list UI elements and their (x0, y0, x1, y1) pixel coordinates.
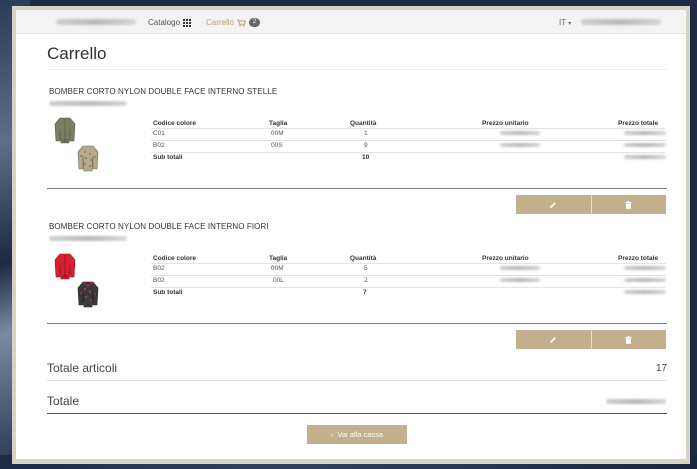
trash-icon (625, 200, 632, 209)
checkout-label: Vai alla cassa (337, 430, 384, 439)
language-selector[interactable]: IT ▾ (559, 18, 571, 27)
col-header-quantity: Quantità (350, 120, 377, 127)
col-header-quantity: Quantità (350, 255, 377, 262)
product-thumbnail-front[interactable] (54, 116, 76, 144)
col-header-color-code: Codice colore (153, 120, 196, 127)
divider (47, 69, 667, 70)
row-divider (151, 152, 666, 153)
cell-quantity: 2 (364, 277, 368, 284)
nav-cart-link[interactable]: Carrello 2 (206, 18, 261, 27)
cell-quantity: 1 (364, 130, 368, 137)
product-code-redacted (49, 101, 127, 106)
cell-size: 00S (271, 142, 283, 149)
total-price-redacted (624, 266, 666, 270)
checkout-button[interactable]: › Vai alla cassa (307, 425, 407, 444)
product-thumbnail-back[interactable] (77, 280, 99, 308)
pencil-icon (550, 336, 557, 343)
unit-price-redacted (500, 131, 540, 135)
nav-catalog-link[interactable]: Catalogo (148, 18, 192, 27)
subtotal-label: Sub totali (153, 154, 183, 161)
col-header-size: Taglia (269, 120, 288, 127)
product-code-redacted (49, 236, 127, 241)
product-name: BOMBER CORTO NYLON DOUBLE FACE INTERNO S… (49, 87, 278, 96)
col-header-color-code: Codice colore (153, 255, 196, 262)
unit-price-redacted (500, 266, 540, 270)
edit-button[interactable] (516, 330, 591, 349)
subtotal-quantity: 7 (363, 289, 367, 296)
cell-size: 00L (273, 277, 284, 284)
col-header-unit-price: Prezzo unitario (482, 255, 529, 262)
grid-icon (183, 18, 192, 27)
product-thumbnail-front[interactable] (54, 252, 76, 280)
top-navbar: Catalogo Carrello 2 IT ▾ (16, 10, 686, 34)
col-header-unit-price: Prezzo unitario (482, 120, 529, 127)
cart-page: Catalogo Carrello 2 IT ▾ Carrello BOMBER… (16, 10, 686, 459)
brand-logo-redacted[interactable] (56, 19, 136, 25)
row-divider (151, 287, 666, 288)
page-title: Carrello (47, 44, 107, 63)
unit-price-redacted (500, 143, 540, 147)
chevron-down-icon: ▾ (568, 21, 572, 27)
total-price-redacted (624, 131, 666, 135)
divider (47, 413, 667, 414)
product-actions (516, 330, 666, 349)
delete-button[interactable] (590, 330, 666, 349)
row-divider (151, 128, 666, 129)
col-header-total-price: Prezzo totale (618, 255, 659, 262)
language-label: IT (559, 18, 566, 27)
cell-color-code: B02 (153, 265, 165, 272)
subtotal-price-redacted (624, 155, 666, 159)
row-divider (151, 140, 666, 141)
user-account-redacted[interactable] (581, 19, 661, 25)
delete-button[interactable] (590, 195, 666, 214)
cell-color-code: B02 (153, 277, 165, 284)
row-divider (151, 275, 666, 276)
nav-catalog-label: Catalogo (148, 18, 181, 27)
product-divider (47, 323, 667, 324)
cell-quantity: 9 (364, 142, 368, 149)
cell-size: 00M (271, 265, 284, 272)
cell-quantity: 5 (364, 265, 368, 272)
edit-button[interactable] (516, 195, 591, 214)
divider (47, 380, 667, 381)
cell-color-code: C01 (153, 130, 165, 137)
total-price-redacted (606, 399, 666, 404)
col-header-size: Taglia (269, 255, 288, 262)
subtotal-price-redacted (624, 290, 666, 294)
product-name: BOMBER CORTO NYLON DOUBLE FACE INTERNO F… (49, 222, 269, 231)
nav-cart-label: Carrello (206, 18, 235, 27)
product-actions (516, 195, 666, 214)
col-header-total-price: Prezzo totale (618, 120, 659, 127)
subtotal-quantity: 10 (362, 154, 370, 161)
total-label: Totale (47, 394, 80, 408)
total-items-value: 17 (656, 363, 668, 374)
row-divider (151, 263, 666, 264)
subtotal-label: Sub totali (153, 289, 183, 296)
total-items-label: Totale articoli (47, 361, 118, 375)
unit-price-redacted (500, 278, 540, 282)
cell-size: 00M (271, 130, 284, 137)
product-divider (47, 188, 667, 189)
chevron-right-icon: › (330, 430, 334, 439)
cell-color-code: B02 (153, 142, 165, 149)
pencil-icon (550, 201, 557, 208)
product-thumbnail-back[interactable] (77, 144, 99, 172)
total-price-redacted (624, 143, 666, 147)
cart-count-badge: 2 (249, 18, 261, 27)
cart-icon (237, 19, 247, 27)
total-price-redacted (624, 278, 666, 282)
trash-icon (625, 335, 632, 344)
